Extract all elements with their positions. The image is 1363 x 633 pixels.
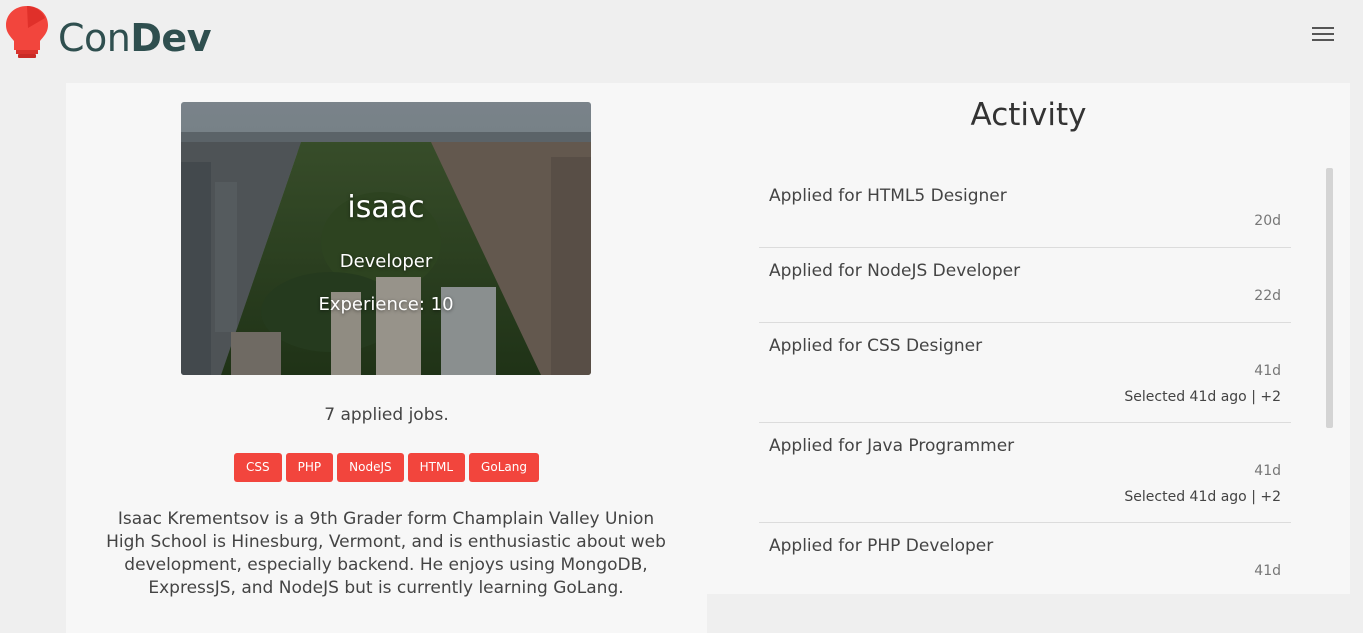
activity-item[interactable]: Applied for PHP Developer 41d bbox=[759, 523, 1291, 594]
activity-item-title: Applied for NodeJS Developer bbox=[769, 261, 1021, 281]
profile-bio: Isaac Krementsov is a 9th Grader form Ch… bbox=[106, 509, 666, 598]
activity-item-title: Applied for Java Programmer bbox=[769, 436, 1015, 456]
activity-item-age: 20d bbox=[1254, 213, 1281, 229]
activity-item-title: Applied for PHP Developer bbox=[769, 536, 994, 556]
activity-item[interactable]: Applied for Java Programmer 41d Selected… bbox=[759, 423, 1291, 523]
activity-item-title: Applied for HTML5 Designer bbox=[769, 186, 1007, 206]
profile-role: Developer bbox=[339, 251, 433, 272]
activity-item-age: 41d bbox=[1254, 463, 1281, 479]
skill-tag-html[interactable]: HTML bbox=[407, 453, 466, 482]
profile-panel: isaac Developer Experience: 10 7 applied… bbox=[66, 83, 707, 633]
activity-item[interactable]: Applied for HTML5 Designer 20d bbox=[759, 173, 1291, 248]
activity-item-status: Selected 41d ago | +2 bbox=[1124, 389, 1281, 405]
applied-jobs-count: 7 applied jobs. bbox=[324, 405, 449, 425]
activity-item-age: 41d bbox=[1254, 363, 1281, 379]
card-overlay bbox=[181, 102, 591, 375]
activity-item[interactable]: Applied for CSS Designer 41d Selected 41… bbox=[759, 323, 1291, 423]
activity-panel: Activity Applied for HTML5 Designer 20d … bbox=[707, 83, 1350, 594]
app-header: ConDev bbox=[0, 0, 1363, 80]
activity-title: Activity bbox=[970, 97, 1087, 133]
skill-tag-nodejs[interactable]: NodeJS bbox=[337, 453, 404, 482]
logo-wordmark[interactable]: ConDev bbox=[58, 14, 211, 62]
activity-scrollbar[interactable] bbox=[1326, 168, 1333, 428]
skill-tag-golang[interactable]: GoLang bbox=[469, 453, 539, 482]
hamburger-menu-icon[interactable] bbox=[1312, 27, 1334, 45]
activity-item-title: Applied for CSS Designer bbox=[769, 336, 983, 356]
activity-list[interactable]: Applied for HTML5 Designer 20d Applied f… bbox=[759, 173, 1291, 594]
profile-name: isaac bbox=[347, 190, 425, 225]
logo-text-light: Con bbox=[58, 16, 131, 60]
skill-tag-php[interactable]: PHP bbox=[285, 453, 334, 482]
activity-item-age: 41d bbox=[1254, 563, 1281, 579]
activity-item-status: Selected 41d ago | +2 bbox=[1124, 489, 1281, 505]
lightbulb-logo-icon[interactable] bbox=[4, 4, 50, 60]
skill-tags: CSS PHP NodeJS HTML GoLang bbox=[66, 453, 707, 482]
skill-tag-css[interactable]: CSS bbox=[234, 453, 282, 482]
profile-experience: Experience: 10 bbox=[318, 294, 454, 315]
logo-text-bold: Dev bbox=[130, 16, 211, 60]
activity-item[interactable]: Applied for NodeJS Developer 22d bbox=[759, 248, 1291, 323]
activity-item-age: 22d bbox=[1254, 288, 1281, 304]
profile-card: isaac Developer Experience: 10 bbox=[181, 102, 591, 375]
